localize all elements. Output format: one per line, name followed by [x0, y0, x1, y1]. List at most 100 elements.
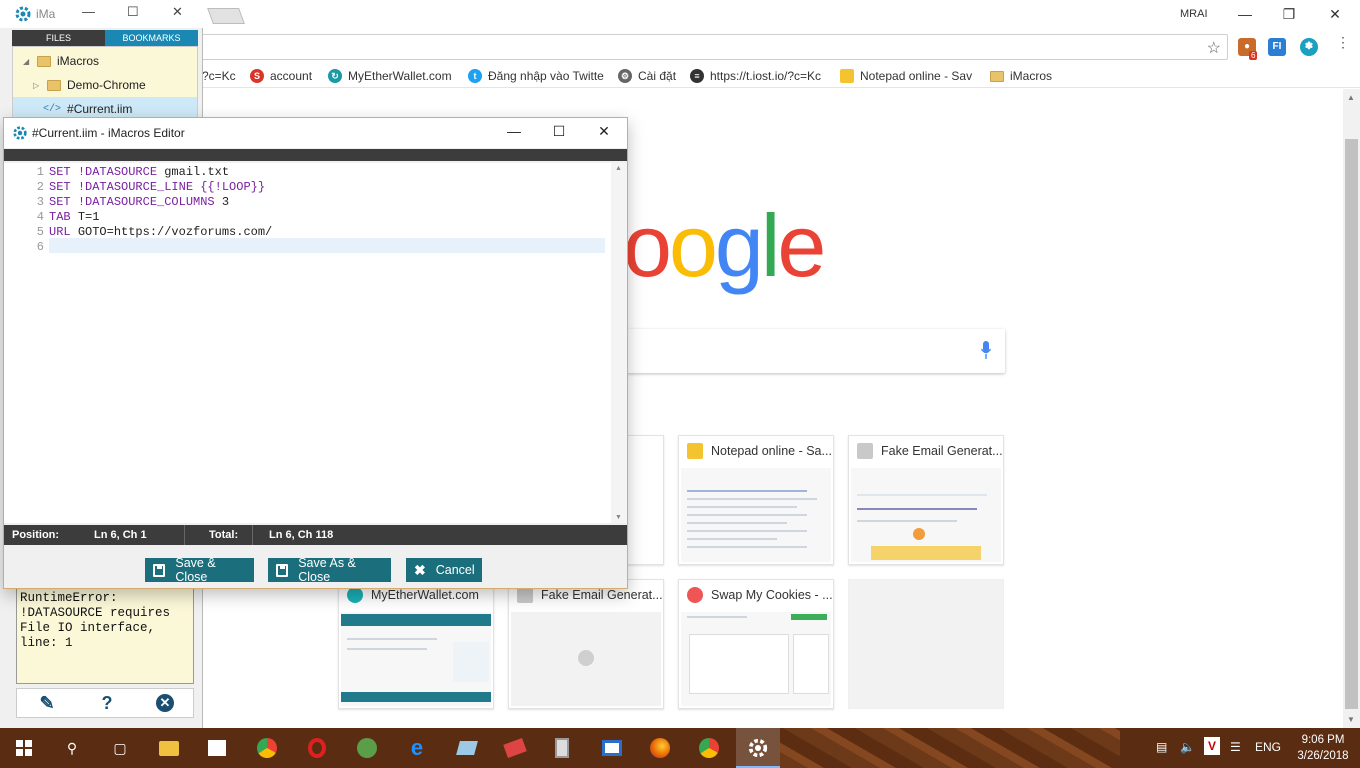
chrome-icon[interactable] — [255, 736, 279, 760]
code-token: SET — [49, 165, 78, 179]
file-explorer-icon[interactable] — [157, 736, 181, 760]
maximize-icon[interactable]: ☐ — [544, 123, 574, 140]
tree-item-demo-chrome[interactable]: ▷ Demo-Chrome — [13, 73, 197, 97]
minimize-icon[interactable]: — — [82, 4, 95, 19]
maximize-icon[interactable]: ☐ — [127, 4, 139, 20]
bookmark-item[interactable]: ↻ MyEtherWallet.com — [328, 68, 452, 84]
cookie-icon — [687, 587, 703, 603]
tab-bookmarks[interactable]: BOOKMARKS — [105, 30, 198, 46]
close-icon[interactable]: ✕ — [1320, 4, 1350, 24]
chrome-icon[interactable] — [697, 736, 721, 760]
tree-item-imacros[interactable]: ◢ iMacros — [13, 49, 197, 73]
clock[interactable]: 9:06 PM 3/26/2018 — [1290, 732, 1356, 764]
app-icon[interactable] — [503, 736, 527, 760]
bookmark-item[interactable]: S account — [250, 68, 312, 84]
bookmark-item[interactable]: t Đăng nhập vào Twitte — [468, 68, 606, 84]
windows-start-icon[interactable] — [12, 736, 36, 760]
bookmark-item[interactable]: ⚙ Cài đặt — [618, 68, 676, 84]
code-line[interactable]: URL GOTO=https://vozforums.com/ — [49, 225, 272, 239]
notes-icon[interactable] — [455, 736, 479, 760]
bookmarks-bar: ?c=Kc S account ↻ MyEtherWallet.com t Đă… — [0, 64, 1360, 88]
save-close-label: Save & Close — [175, 556, 216, 584]
code-token: SET — [49, 180, 78, 194]
save-as-close-button[interactable]: Save As & Close — [268, 556, 391, 584]
maximize-icon[interactable]: ❐ — [1274, 4, 1304, 24]
line-number: 5 — [36, 225, 44, 239]
help-icon[interactable]: ? — [96, 692, 118, 714]
new-tab-button[interactable] — [207, 8, 245, 24]
address-bar[interactable]: ☆ — [200, 34, 1228, 60]
code-token: T=1 — [77, 210, 100, 224]
bookmark-folder[interactable]: iMacros — [990, 68, 1052, 84]
notifications-icon[interactable]: ☰ — [1230, 740, 1241, 754]
minimize-icon[interactable]: — — [1230, 4, 1260, 24]
mic-icon[interactable] — [981, 341, 991, 359]
search-icon[interactable]: ⚲ — [60, 736, 84, 760]
scroll-down-icon[interactable]: ▼ — [615, 514, 622, 521]
store-icon[interactable] — [205, 736, 229, 760]
line-number: 2 — [36, 180, 44, 194]
tile-thumbnail — [681, 468, 831, 562]
opera-icon[interactable] — [305, 736, 329, 760]
imacros-taskbar-icon[interactable] — [746, 736, 770, 760]
vietkey-icon[interactable]: V — [1204, 737, 1220, 755]
cancel-button[interactable]: ✖ Cancel — [406, 558, 482, 582]
folder-icon — [990, 70, 1004, 82]
close-icon[interactable]: ✕ — [589, 123, 619, 140]
edge-icon[interactable]: e — [405, 735, 429, 760]
most-visited-tile[interactable]: MyEtherWallet.com — [338, 579, 494, 709]
most-visited-tile[interactable]: Fake Email Generat... — [508, 579, 664, 709]
scroll-down-icon[interactable]: ▼ — [1347, 715, 1355, 724]
position-label: Position: — [12, 529, 60, 541]
remote-desktop-icon[interactable] — [600, 736, 624, 760]
calculator-icon[interactable] — [550, 736, 574, 760]
star-icon[interactable]: ☆ — [1207, 38, 1221, 58]
task-view-icon[interactable]: ▢ — [108, 736, 132, 760]
code-editor[interactable]: 123456 SET !DATASOURCE gmail.txt SET !DAT… — [4, 163, 627, 523]
close-circle-icon[interactable]: ✕ — [156, 694, 174, 712]
save-close-button[interactable]: Save & Close — [145, 556, 254, 584]
firefox-icon[interactable] — [648, 736, 672, 760]
bookmark-item[interactable]: Notepad online - Sav — [840, 68, 978, 84]
coccoc-icon[interactable] — [355, 736, 379, 760]
tab-files[interactable]: FILES — [12, 30, 105, 46]
cancel-x-icon: ✖ — [414, 561, 426, 578]
code-token: gmail.txt — [157, 165, 230, 179]
tile-thumbnail — [851, 468, 1001, 562]
editor-scrollbar[interactable]: ▲ ▼ — [611, 163, 627, 523]
most-visited-tile[interactable]: Notepad online - Sa... — [678, 435, 834, 565]
scroll-up-icon[interactable]: ▲ — [1347, 93, 1355, 102]
most-visited-tile[interactable]: Fake Email Generat... — [848, 435, 1004, 565]
search-input[interactable] — [625, 329, 1005, 373]
line-number: 4 — [36, 210, 44, 224]
profile-name[interactable]: MRAI — [1180, 8, 1208, 20]
page-scrollbar[interactable]: ▲ ▼ — [1343, 89, 1360, 728]
edit-pencil-icon[interactable]: ✎ — [36, 692, 58, 714]
extension-fi-icon[interactable]: FI — [1268, 38, 1286, 56]
network-icon[interactable]: ▤ — [1156, 740, 1167, 754]
bookmark-item[interactable]: ≡ https://t.iost.io/?c=Kc — [690, 68, 828, 84]
volume-icon[interactable]: 🔈 — [1180, 740, 1195, 754]
close-icon[interactable]: ✕ — [172, 4, 183, 20]
code-token: URL — [49, 225, 78, 239]
s-icon: S — [250, 69, 264, 83]
most-visited-tile[interactable]: Swap My Cookies - ... — [678, 579, 834, 709]
imacros-extension-icon[interactable]: ✽ — [1300, 38, 1318, 56]
code-line[interactable]: SET !DATASOURCE gmail.txt — [49, 165, 229, 179]
panel-toolbar: ✎ ? ✕ — [16, 688, 194, 718]
minimize-icon[interactable]: — — [499, 123, 529, 139]
scroll-up-icon[interactable]: ▲ — [615, 165, 622, 172]
line-number: 6 — [36, 240, 44, 254]
tile-thumbnail — [681, 612, 831, 706]
save-as-close-label: Save As & Close — [298, 556, 356, 584]
scrollbar-thumb[interactable] — [1345, 139, 1358, 709]
collapsed-icon[interactable]: ▷ — [33, 81, 41, 90]
bookmark-item[interactable]: ?c=Kc — [202, 68, 240, 84]
code-line[interactable]: SET !DATASOURCE_LINE {{!LOOP}} — [49, 180, 265, 194]
code-token: GOTO=https://vozforums.com/ — [77, 225, 273, 239]
code-line[interactable]: SET !DATASOURCE_COLUMNS 3 — [49, 195, 229, 209]
language-indicator[interactable]: ENG — [1255, 740, 1281, 754]
code-line[interactable]: TAB T=1 — [49, 210, 99, 224]
expanded-icon[interactable]: ◢ — [23, 57, 31, 66]
menu-icon[interactable]: ⋮ — [1336, 35, 1350, 49]
